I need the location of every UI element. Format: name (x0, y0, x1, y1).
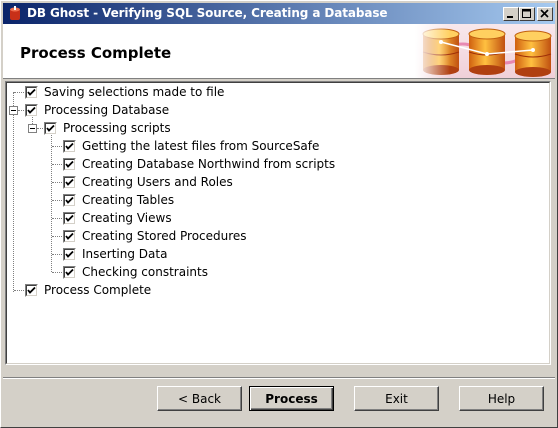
checkbox-checked-icon (63, 175, 76, 189)
tree-line (52, 146, 62, 147)
tree-node[interactable]: Checking constraints (63, 263, 208, 281)
maximize-button[interactable] (519, 7, 535, 21)
progress-tree[interactable]: Saving selections made to file Processin… (5, 81, 551, 365)
minimize-icon (507, 16, 513, 18)
dialog-window: DB Ghost - Verifying SQL Source, Creatin… (0, 0, 558, 428)
tree-node[interactable]: Inserting Data (63, 245, 167, 263)
tree-line (14, 92, 24, 93)
exit-button[interactable]: Exit (354, 386, 439, 411)
tree-node[interactable]: Process Complete (25, 281, 151, 299)
db-ghost-icon (10, 6, 20, 20)
checkbox-checked-icon (63, 139, 76, 153)
checkbox-checked-icon (63, 193, 76, 207)
tree-node-label: Processing scripts (63, 121, 171, 135)
checkbox-checked-icon (63, 211, 76, 225)
tree-line (52, 218, 62, 219)
tree-node[interactable]: Processing Database (25, 101, 169, 119)
help-button[interactable]: Help (459, 386, 544, 411)
tree-node[interactable]: Saving selections made to file (25, 83, 224, 101)
close-icon (540, 9, 549, 18)
close-button[interactable] (537, 7, 553, 21)
tree-node-label: Getting the latest files from SourceSafe (82, 139, 320, 153)
tree-node-label: Process Complete (44, 283, 152, 297)
tree-node-label: Processing Database (44, 103, 170, 117)
tree-node-label: Creating Stored Procedures (82, 229, 247, 243)
checkbox-checked-icon (63, 229, 76, 243)
tree-node[interactable]: Creating Users and Roles (63, 173, 233, 191)
back-button[interactable]: < Back (157, 386, 242, 411)
tree-line (52, 272, 62, 273)
checkbox-checked-icon (63, 247, 76, 261)
tree-node[interactable]: Creating Tables (63, 191, 174, 209)
tree-line (52, 182, 62, 183)
tree-node-label: Saving selections made to file (44, 85, 225, 99)
collapse-icon[interactable] (9, 106, 18, 115)
tree-line (18, 110, 24, 111)
tree-node[interactable]: Creating Views (63, 209, 172, 227)
collapse-icon[interactable] (28, 124, 37, 133)
tree-node-label: Creating Views (82, 211, 172, 225)
tree-node[interactable]: Creating Database Northwind from scripts (63, 155, 335, 173)
checkbox-checked-icon (63, 157, 76, 171)
checkbox-checked-icon (44, 121, 57, 135)
tree-node[interactable]: Processing scripts (44, 119, 171, 137)
process-button[interactable]: Process (249, 386, 334, 411)
tree-line (52, 200, 62, 201)
tree-line (13, 92, 14, 292)
tree-line (52, 164, 62, 165)
tree-node-label: Creating Users and Roles (82, 175, 233, 189)
tree-line (52, 236, 62, 237)
minimize-button[interactable] (503, 7, 519, 21)
checkbox-checked-icon (25, 283, 38, 297)
tree-node-label: Inserting Data (82, 247, 168, 261)
wizard-header: Process Complete (3, 24, 555, 79)
checkbox-checked-icon (25, 103, 38, 117)
checkbox-checked-icon (25, 85, 38, 99)
tree-line (52, 254, 62, 255)
title-bar[interactable]: DB Ghost - Verifying SQL Source, Creatin… (3, 3, 555, 24)
tree-line (37, 128, 43, 129)
divider (3, 378, 555, 379)
tree-node-label: Creating Database Northwind from scripts (82, 157, 336, 171)
maximize-icon (522, 9, 531, 18)
tree-line (51, 134, 52, 272)
database-cylinders-icon (415, 24, 555, 78)
tree-node-label: Creating Tables (82, 193, 175, 207)
tree-line (14, 290, 24, 291)
tree-node[interactable]: Creating Stored Procedures (63, 227, 247, 245)
tree-node[interactable]: Getting the latest files from SourceSafe (63, 137, 319, 155)
tree-node-label: Checking constraints (82, 265, 208, 279)
page-title: Process Complete (20, 44, 172, 62)
checkbox-checked-icon (63, 265, 76, 279)
window-title: DB Ghost - Verifying SQL Source, Creatin… (27, 6, 388, 20)
